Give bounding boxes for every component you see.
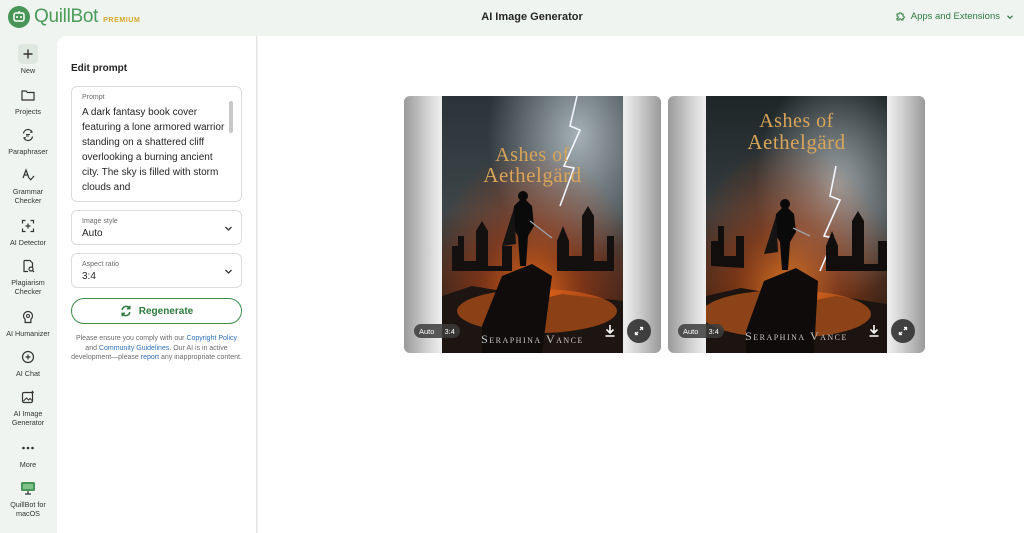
rail-item-ai-chat[interactable]: AI Chat — [0, 347, 56, 378]
ratio-tag: 3:4 — [444, 326, 455, 336]
expand-button[interactable] — [627, 319, 651, 343]
rail-item-new[interactable]: New — [0, 44, 56, 75]
regenerate-button[interactable]: Regenerate — [71, 298, 242, 324]
image-style-select[interactable]: Image style Auto — [71, 210, 242, 245]
image-meta-tag: Auto 3:4 — [678, 324, 724, 338]
generated-image-card[interactable]: Ashes of Aethelgärd Seraphina Vance Auto… — [668, 96, 925, 353]
notice-text: any inappropriate content. — [159, 354, 242, 361]
cover-author: Seraphina Vance — [745, 329, 848, 343]
notice-text: Please ensure you comply with our — [75, 335, 187, 342]
prompt-scrollbar[interactable] — [229, 101, 233, 133]
results-area: Ashes of Aethelgärd Seraphina Vance Auto… — [258, 36, 1024, 533]
image-meta-tag: Auto 3:4 — [414, 324, 460, 338]
cover-title-line-2: Aethelgärd — [483, 163, 582, 187]
image-style-label: Image style — [82, 218, 118, 225]
rail-item-more[interactable]: More — [0, 438, 56, 469]
expand-button[interactable] — [891, 319, 915, 343]
ratio-tag: 3:4 — [708, 326, 719, 336]
expand-icon — [634, 326, 644, 336]
humanizer-icon — [18, 307, 38, 327]
generated-image: Ashes of Aethelgärd Seraphina Vance — [442, 96, 623, 353]
rail-item-grammar-checker[interactable]: Grammar Checker — [0, 165, 56, 205]
usage-notice: Please ensure you comply with our Copyri… — [71, 334, 242, 363]
rail-label: QuillBot for macOS — [10, 500, 46, 518]
rail-item-ai-detector[interactable]: AI Detector — [0, 216, 56, 247]
chevron-down-icon — [1007, 14, 1013, 19]
notice-text: and — [85, 344, 99, 352]
folder-icon — [18, 85, 38, 105]
rail-item-plagiarism-checker[interactable]: Plagiarism Checker — [0, 256, 56, 296]
report-link[interactable]: report — [141, 354, 159, 361]
edit-prompt-panel: Edit prompt Prompt A dark fantasy book c… — [57, 36, 257, 533]
copyright-policy-link[interactable]: Copyright Policy — [186, 335, 237, 342]
rail-label: AI Image Generator — [11, 409, 45, 427]
chevron-down-icon — [225, 269, 232, 274]
apps-label: Apps and Extensions — [910, 11, 1000, 22]
apps-and-extensions-menu[interactable]: Apps and Extensions — [895, 11, 1014, 22]
rail-item-paraphraser[interactable]: Paraphraser — [0, 125, 56, 156]
rail-item-quillbot-for-macos[interactable]: QuillBot for macOS — [0, 478, 56, 518]
paraphraser-icon — [18, 125, 38, 145]
cover-author: Seraphina Vance — [481, 332, 584, 346]
chevron-down-icon — [225, 226, 232, 231]
prompt-textarea[interactable]: Prompt A dark fantasy book cover featuri… — [71, 86, 242, 202]
image-generator-icon — [18, 387, 38, 407]
more-icon — [18, 438, 38, 458]
aspect-ratio-value: 3:4 — [82, 271, 96, 282]
image-style-value: Auto — [82, 228, 103, 239]
panel-title: Edit prompt — [71, 63, 128, 74]
expand-icon — [898, 326, 908, 336]
ai-detector-icon — [18, 216, 38, 236]
rail-label: AI Chat — [16, 369, 40, 378]
page-title: AI Image Generator — [481, 11, 583, 23]
rail-label: Projects — [15, 107, 41, 116]
rail-label: Paraphraser — [8, 147, 48, 156]
rail-label: AI Detector — [10, 238, 46, 247]
rail-label: Plagiarism Checker — [11, 278, 45, 296]
download-icon[interactable] — [604, 324, 616, 337]
grammar-icon — [18, 165, 38, 185]
rail-item-ai-humanizer[interactable]: AI Humanizer — [0, 307, 56, 338]
prompt-label: Prompt — [82, 94, 105, 101]
aspect-ratio-select[interactable]: Aspect ratio 3:4 — [71, 253, 242, 288]
top-header: QuillBot PREMIUM AI Image Generator Apps… — [0, 0, 1024, 36]
regenerate-label: Regenerate — [138, 305, 194, 317]
left-navigation-rail: New Projects Paraphraser Grammar Checker… — [0, 36, 56, 533]
prompt-text[interactable]: A dark fantasy book cover featuring a lo… — [82, 105, 227, 197]
rail-label: AI Humanizer — [6, 329, 50, 338]
chat-icon — [18, 347, 38, 367]
generated-image-card[interactable]: Ashes of Aethelgärd Seraphina Vance Auto… — [404, 96, 661, 353]
generated-image: Ashes of Aethelgärd Seraphina Vance — [706, 96, 887, 353]
plus-icon — [18, 44, 38, 64]
rail-label: New — [20, 66, 36, 75]
community-guidelines-link[interactable]: Community Guidelines — [99, 345, 169, 352]
style-tag: Auto — [419, 326, 435, 336]
cover-title-line-2: Aethelgärd — [747, 130, 846, 154]
rail-label: Grammar Checker — [12, 187, 44, 205]
rail-item-projects[interactable]: Projects — [0, 85, 56, 116]
style-tag: Auto — [683, 326, 699, 336]
plagiarism-icon — [18, 256, 38, 276]
macos-icon — [18, 478, 38, 498]
puzzle-icon — [896, 12, 905, 21]
rail-label: More — [19, 460, 37, 469]
aspect-ratio-label: Aspect ratio — [82, 261, 119, 268]
refresh-icon — [121, 305, 131, 317]
rail-item-ai-image-generator[interactable]: AI Image Generator — [0, 387, 56, 427]
download-icon[interactable] — [868, 324, 880, 337]
